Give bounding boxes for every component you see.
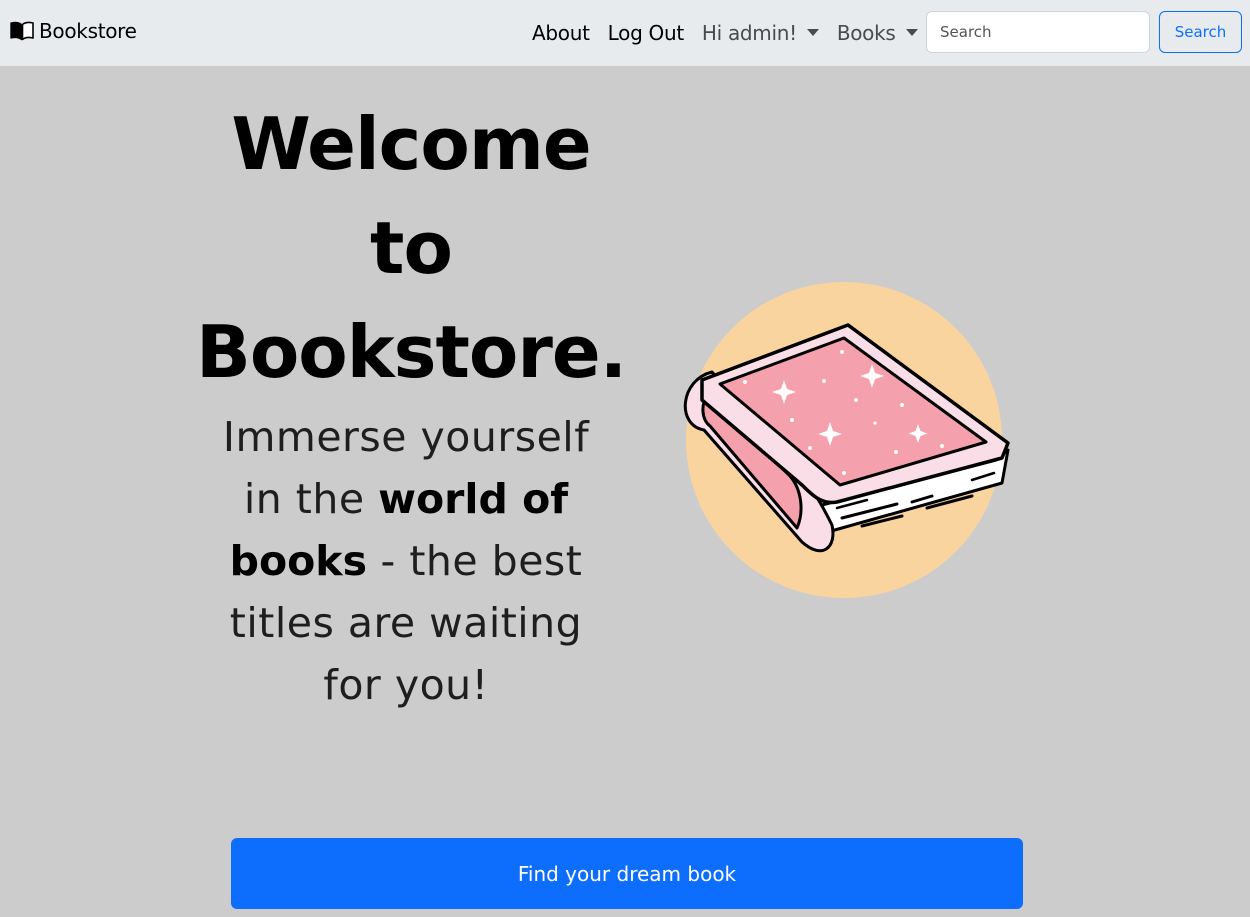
navbar: Bookstore About Log Out Hi admin! Books … bbox=[0, 0, 1250, 66]
user-menu-label: Hi admin! bbox=[701, 21, 797, 45]
hero-title-line1: Welcome bbox=[231, 102, 591, 186]
open-book-icon bbox=[10, 21, 34, 41]
brand-label: Bookstore bbox=[39, 19, 137, 43]
books-menu-dropdown[interactable]: Books bbox=[837, 21, 918, 45]
brand-link[interactable]: Bookstore bbox=[10, 19, 137, 43]
hero-title-line3: Bookstore. bbox=[195, 310, 627, 394]
chevron-down-icon bbox=[806, 29, 819, 36]
hero-title: Welcome to Bookstore. bbox=[180, 92, 642, 404]
chevron-down-icon bbox=[905, 29, 918, 36]
user-menu-dropdown[interactable]: Hi admin! bbox=[702, 21, 819, 45]
search-input[interactable] bbox=[926, 11, 1150, 53]
hero-subtitle: Immerse yourself in the world of books -… bbox=[210, 406, 602, 716]
hero-title-line2: to bbox=[370, 206, 453, 290]
sparkly-pink-book-icon bbox=[683, 282, 1010, 598]
nav-about-link[interactable]: About bbox=[532, 21, 590, 45]
search-button[interactable]: Search bbox=[1159, 11, 1242, 53]
nav-logout-link[interactable]: Log Out bbox=[608, 21, 685, 45]
books-menu-label: Books bbox=[836, 21, 896, 45]
find-dream-book-button[interactable]: Find your dream book bbox=[231, 838, 1023, 909]
nav-links: About Log Out Hi admin! Books bbox=[532, 18, 936, 48]
